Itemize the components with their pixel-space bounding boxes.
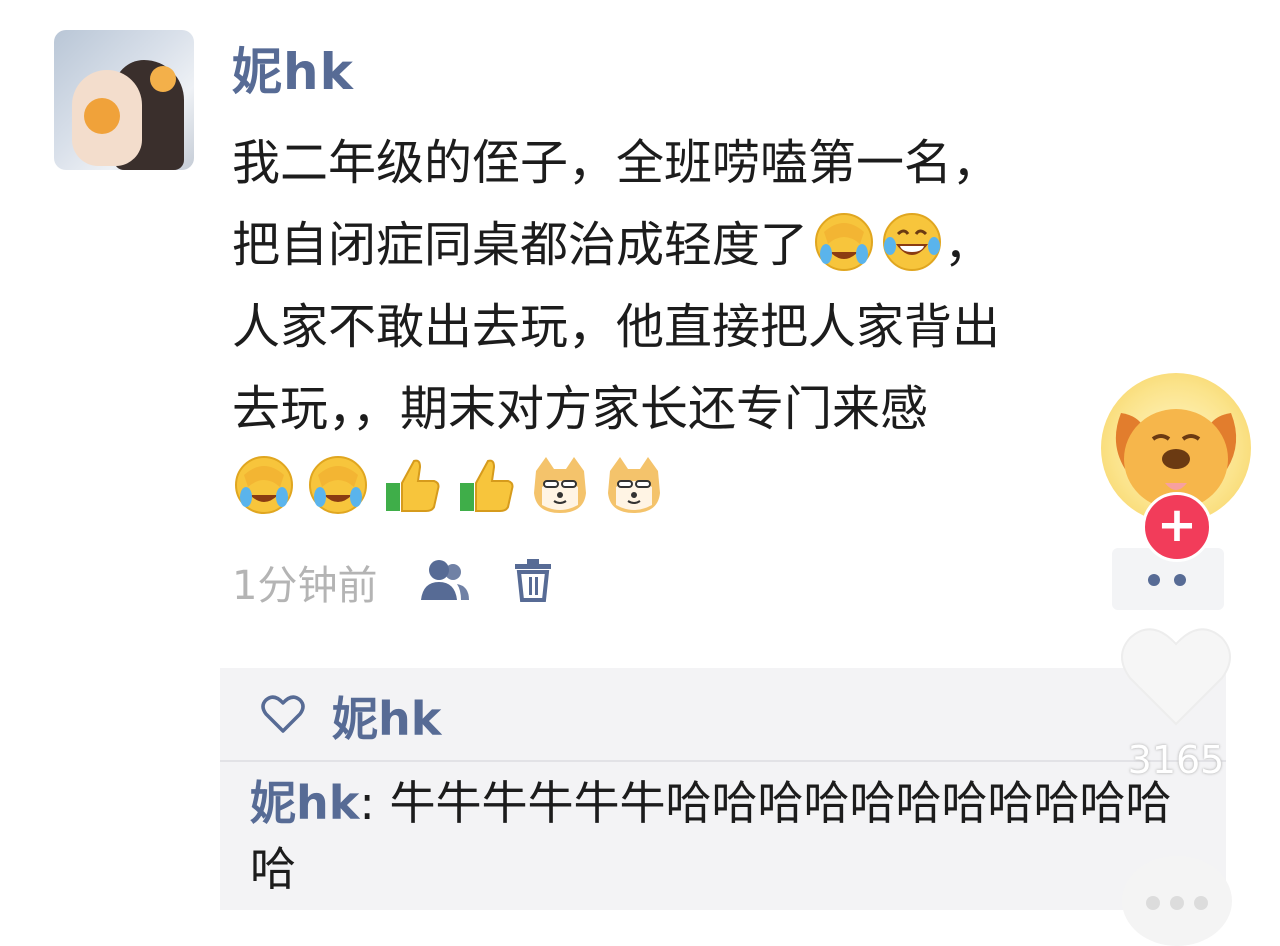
facepalm-cry-emoji xyxy=(306,453,370,517)
doge-emoji xyxy=(528,453,592,517)
avatar-orange xyxy=(84,98,120,134)
heart-outline-icon xyxy=(260,693,306,739)
post-meta: 1分钟前 xyxy=(232,552,553,612)
author-name[interactable]: 妮hk xyxy=(232,32,354,104)
comment-separator: : xyxy=(359,776,390,830)
post-line-2: 把自闭症同桌都治成轻度了 ， xyxy=(232,204,1232,286)
heart-icon[interactable] xyxy=(1118,620,1234,730)
thumbs-up-emoji xyxy=(454,453,518,517)
comment-author[interactable]: 妮hk xyxy=(250,776,359,830)
post-line-2-tail: ， xyxy=(944,217,993,273)
likes-divider xyxy=(220,760,1226,762)
post-line-4: 去玩，，期末对方家长还专门来感 xyxy=(232,381,929,437)
interaction-box: 妮hk 妮hk: 牛牛牛牛牛牛哈哈哈哈哈哈哈哈哈哈哈哈 xyxy=(220,668,1226,910)
follow-plus-icon[interactable]: + xyxy=(1142,492,1212,562)
contacts-icon[interactable] xyxy=(417,558,473,606)
trash-icon[interactable] xyxy=(513,558,553,606)
bubble-dot xyxy=(1194,896,1208,910)
author-avatar[interactable] xyxy=(54,30,194,170)
facepalm-cry-emoji xyxy=(812,210,876,274)
comment-text: 牛牛牛牛牛牛哈哈哈哈哈哈哈哈哈哈哈哈 xyxy=(250,776,1172,896)
laugh-cry-emoji xyxy=(880,210,944,274)
post-line-2-text: 把自闭症同桌都治成轻度了 xyxy=(232,217,809,273)
bubble-dot xyxy=(1146,896,1160,910)
bubble-dot xyxy=(1170,896,1184,910)
more-dot xyxy=(1174,574,1186,586)
post-timestamp: 1分钟前 xyxy=(232,563,378,609)
likes-row: 妮hk xyxy=(260,686,441,746)
thumbs-up-emoji xyxy=(380,453,444,517)
doge-emoji xyxy=(602,453,666,517)
post-emoji-row xyxy=(232,452,666,518)
post-line-1: 我二年级的侄子，全班唠嗑第一名， xyxy=(232,135,1001,191)
like-user-name[interactable]: 妮hk xyxy=(332,683,441,749)
facepalm-cry-emoji xyxy=(232,453,296,517)
more-dots-icon[interactable] xyxy=(1122,856,1232,946)
comment-item[interactable]: 妮hk: 牛牛牛牛牛牛哈哈哈哈哈哈哈哈哈哈哈哈 xyxy=(250,770,1210,902)
more-dot xyxy=(1148,574,1160,586)
like-count: 3165 xyxy=(1127,738,1225,782)
avatar-orange-2 xyxy=(150,66,176,92)
post-line-3: 人家不敢出去玩，他直接把人家背出 xyxy=(232,299,1001,355)
post-content: 我二年级的侄子，全班唠嗑第一名， 把自闭症同桌都治成轻度了 ， 人家不敢出去玩，… xyxy=(232,122,1232,450)
